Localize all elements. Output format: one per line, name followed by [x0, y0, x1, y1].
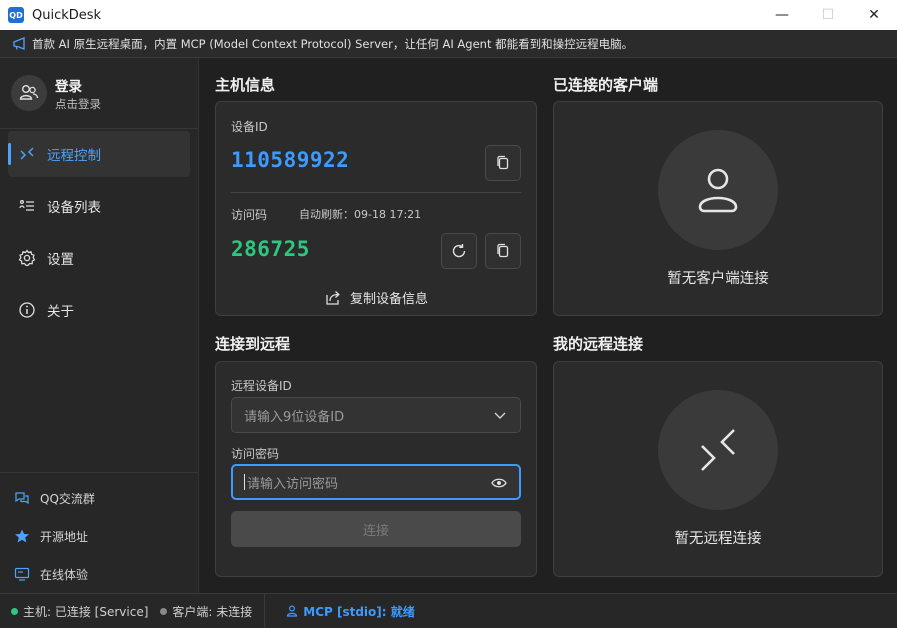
- user-group-icon: [19, 85, 39, 100]
- footer-link-label: 在线体验: [40, 567, 89, 582]
- remote-id-label: 远程设备ID: [231, 379, 292, 393]
- user-status-icon: [287, 605, 298, 617]
- user-icon: [698, 168, 738, 213]
- login-subtitle: 点击登录: [55, 96, 101, 111]
- refresh-icon: [452, 244, 466, 258]
- device-id-label: 设备ID: [231, 120, 268, 134]
- device-list-icon: [18, 197, 36, 215]
- minimize-button[interactable]: —: [759, 0, 805, 30]
- password-label: 访问密码: [231, 447, 280, 461]
- monitor-icon: [14, 566, 30, 582]
- share-icon: [326, 290, 340, 305]
- chevron-down-icon: [494, 412, 506, 419]
- sidebar: 登录 点击登录 远程控制 设备列表 设置 关于 QQ交流群 开源地址 在线体验: [0, 58, 199, 593]
- host-status: 主机: 已连接 [Service]: [11, 603, 148, 620]
- maximize-button[interactable]: ☐: [805, 0, 851, 30]
- mcp-status[interactable]: MCP [stdio]: 就绪: [286, 603, 415, 620]
- title-bar: QD QuickDesk — ☐ ✕: [0, 0, 897, 30]
- password-input[interactable]: 请输入访问密码: [231, 464, 521, 500]
- text-cursor: [244, 474, 245, 490]
- announcement-banner: 首款 AI 原生远程桌面，内置 MCP (Model Context Proto…: [0, 30, 897, 58]
- chat-icon: [14, 490, 30, 506]
- footer-link-online-demo[interactable]: 在线体验: [0, 555, 198, 593]
- access-code-value: 286725: [231, 237, 310, 261]
- info-icon: [18, 301, 36, 319]
- window-title: QuickDesk: [32, 7, 102, 23]
- sidebar-item-settings[interactable]: 设置: [8, 235, 190, 281]
- copy-device-info-button[interactable]: 复制设备信息: [216, 288, 536, 307]
- banner-text: 首款 AI 原生远程桌面，内置 MCP (Model Context Proto…: [32, 36, 634, 51]
- status-divider: [264, 593, 266, 628]
- my-connections-card: 暂无远程连接: [553, 361, 883, 577]
- remote-id-placeholder: 请输入9位设备ID: [244, 409, 345, 425]
- empty-clients-illustration: [658, 130, 778, 250]
- auto-refresh-time: 自动刷新：09-18 17:21: [299, 208, 422, 221]
- remote-id-input[interactable]: 请输入9位设备ID: [231, 397, 521, 433]
- status-bar: 主机: 已连接 [Service] 客户端: 未连接 MCP [stdio]: …: [0, 593, 897, 628]
- sidebar-item-label: 远程控制: [47, 148, 101, 164]
- client-status-dot: [160, 607, 168, 615]
- eye-icon: [491, 478, 507, 488]
- refresh-access-code-button[interactable]: [441, 233, 477, 269]
- client-status: 客户端: 未连接: [160, 603, 252, 620]
- sidebar-item-device-list[interactable]: 设备列表: [8, 183, 190, 229]
- close-button[interactable]: ✕: [851, 0, 897, 30]
- client-status-text: 客户端: 未连接: [172, 604, 253, 619]
- footer-link-label: QQ交流群: [40, 491, 95, 506]
- sidebar-item-about[interactable]: 关于: [8, 287, 190, 333]
- connect-remote-card: 远程设备ID 请输入9位设备ID 访问密码 请输入访问密码 连接: [215, 361, 537, 577]
- gear-icon: [18, 249, 36, 267]
- copy-device-id-button[interactable]: [485, 145, 521, 181]
- star-icon: [14, 528, 30, 544]
- remote-control-icon: [701, 429, 735, 471]
- mcp-status-text: MCP [stdio]: 就绪: [303, 604, 415, 619]
- host-info-title: 主机信息: [215, 76, 276, 94]
- host-status-dot: [11, 607, 18, 615]
- password-placeholder: 请输入访问密码: [247, 476, 339, 492]
- login-area[interactable]: 登录 点击登录: [0, 58, 198, 129]
- connect-button[interactable]: 连接: [231, 511, 521, 547]
- sidebar-item-label: 设置: [47, 252, 74, 268]
- sidebar-item-label: 设备列表: [47, 200, 101, 216]
- divider: [231, 192, 521, 193]
- avatar[interactable]: [11, 75, 47, 111]
- copy-icon: [497, 155, 509, 170]
- remote-control-icon: [18, 145, 36, 163]
- footer-link-qq-group[interactable]: QQ交流群: [0, 479, 198, 517]
- empty-connections-text: 暂无远程连接: [674, 531, 762, 547]
- copy-access-code-button[interactable]: [485, 233, 521, 269]
- nav-menu: 远程控制 设备列表 设置 关于: [0, 129, 198, 333]
- access-code-label: 访问码: [231, 208, 268, 222]
- empty-connections-illustration: [658, 390, 778, 510]
- footer-link-source[interactable]: 开源地址: [0, 517, 198, 555]
- my-connections-title: 我的远程连接: [553, 335, 644, 353]
- sidebar-item-label: 关于: [47, 304, 74, 320]
- app-logo-icon: QD: [8, 7, 24, 23]
- copy-icon: [497, 243, 509, 258]
- connected-clients-card: 暂无客户端连接: [553, 101, 883, 316]
- megaphone-icon: [12, 36, 26, 51]
- device-id-value: 110589922: [231, 148, 350, 172]
- empty-clients-text: 暂无客户端连接: [667, 271, 769, 287]
- sidebar-footer: QQ交流群 开源地址 在线体验: [0, 472, 198, 593]
- host-status-text: 主机: 已连接 [Service]: [23, 604, 149, 619]
- host-info-card: 设备ID 110589922 访问码 自动刷新：09-18 17:21 2867…: [215, 101, 537, 316]
- footer-link-label: 开源地址: [40, 529, 89, 544]
- connected-clients-title: 已连接的客户端: [553, 76, 659, 94]
- copy-device-info-label: 复制设备信息: [349, 292, 428, 307]
- sidebar-item-remote-control[interactable]: 远程控制: [8, 131, 190, 177]
- login-title: 登录: [55, 78, 82, 95]
- connect-remote-title: 连接到远程: [215, 335, 291, 353]
